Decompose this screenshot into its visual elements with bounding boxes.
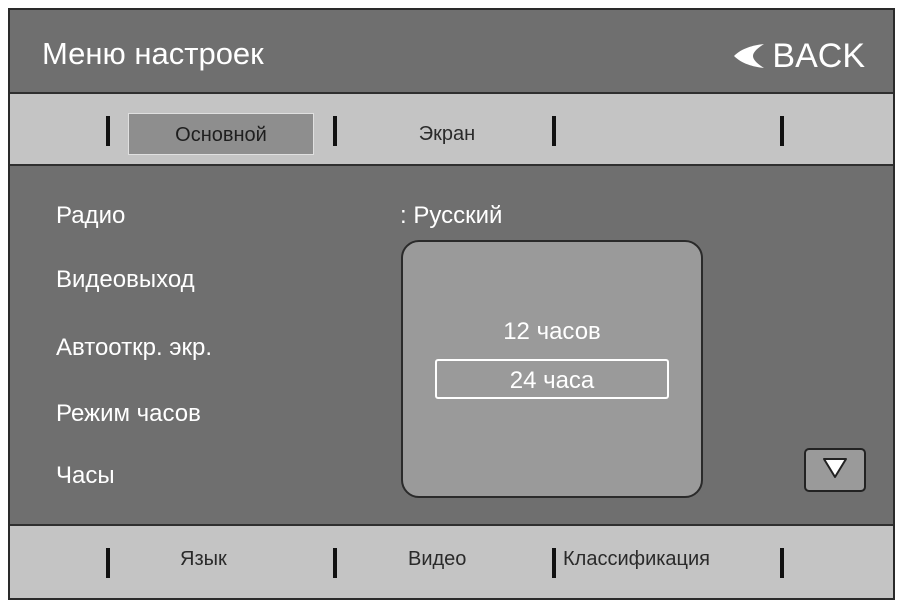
tab-separator [106, 116, 110, 146]
tab-language[interactable]: Язык [180, 548, 227, 571]
tab-separator [106, 548, 110, 578]
tab-main[interactable]: Основной [128, 113, 314, 155]
setting-video-out[interactable]: Видеовыход [56, 266, 195, 294]
triangle-down-icon [821, 456, 849, 485]
tab-separator [552, 548, 556, 578]
tab-bar: Основной Экран [10, 92, 893, 166]
tab-separator [780, 548, 784, 578]
option-12h[interactable]: 12 часов [403, 318, 701, 346]
back-button[interactable]: BACK [732, 36, 865, 76]
setting-clock[interactable]: Часы [56, 462, 115, 490]
settings-screen: Меню настроек BACK Основной Экран Радио … [8, 8, 895, 600]
tab-separator [780, 116, 784, 146]
setting-auto-open-screen[interactable]: Автооткр. экр. [56, 334, 212, 362]
radio-language-value: : Русский [400, 202, 503, 229]
back-arrow-icon [732, 44, 766, 68]
tab-classification[interactable]: Классификация [563, 548, 710, 571]
back-label: BACK [772, 36, 865, 75]
tab-video[interactable]: Видео [408, 548, 466, 571]
footer-tab-bar: Язык Видео Классификация [10, 524, 893, 598]
tab-screen[interactable]: Экран [372, 113, 522, 155]
option-24h-selected[interactable]: 24 часа [435, 359, 669, 399]
settings-content: Радио Видеовыход Автооткр. экр. Режим ча… [10, 166, 893, 524]
tab-separator [333, 116, 337, 146]
setting-radio[interactable]: Радио [56, 202, 125, 230]
setting-clock-mode[interactable]: Режим часов [56, 400, 201, 428]
tab-separator [552, 116, 556, 146]
clock-mode-popup: 12 часов 24 часа [401, 240, 703, 498]
scroll-down-button[interactable] [804, 448, 866, 492]
header: Меню настроек BACK [10, 10, 893, 90]
page-title: Меню настроек [42, 36, 264, 71]
tab-separator [333, 548, 337, 578]
